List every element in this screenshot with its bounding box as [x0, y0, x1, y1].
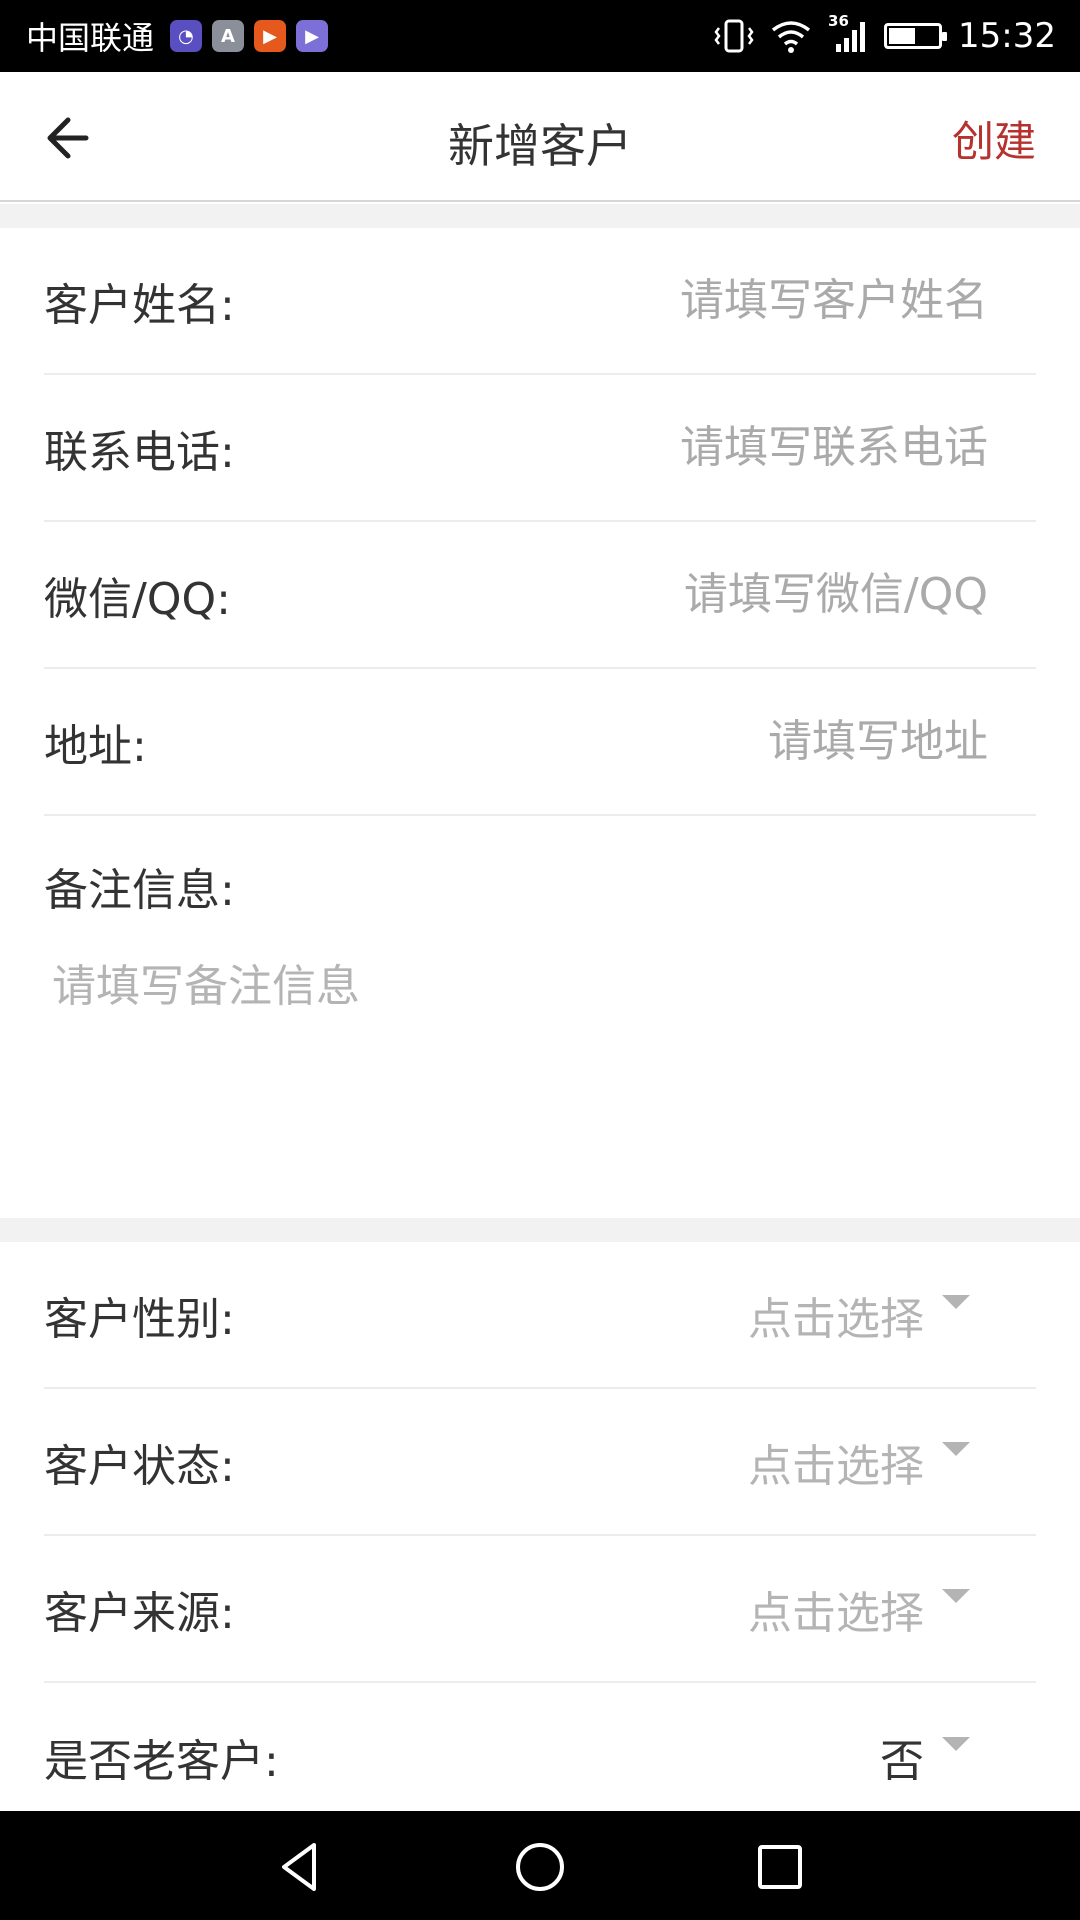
a-app-icon: A	[212, 20, 245, 52]
system-nav-bar	[0, 1811, 1080, 1920]
caret-down-icon	[942, 1294, 970, 1309]
nav-recents-button[interactable]	[750, 1837, 810, 1897]
notes-label: 备注信息:	[44, 865, 235, 916]
nav-back-button[interactable]	[270, 1837, 330, 1897]
address-label: 地址:	[44, 720, 147, 772]
address-row: 地址:	[44, 669, 1036, 816]
notes-row: 备注信息:	[44, 816, 1036, 1218]
create-button[interactable]: 创建	[952, 108, 1036, 169]
returning-customer-value: 否	[880, 1735, 924, 1787]
video-app-icon: ▶	[254, 20, 287, 52]
caret-down-icon	[942, 1736, 970, 1751]
carrier-name: 中国联通	[26, 19, 155, 57]
status-bar-left: 中国联通 ◔ A ▶ ▶	[26, 13, 329, 59]
returning-customer-label: 是否老客户:	[44, 1735, 279, 1787]
vibrate-icon	[714, 19, 754, 53]
source-value: 点击选择	[748, 1587, 924, 1639]
clock-app-icon: ◔	[170, 20, 203, 52]
status-value: 点击选择	[748, 1440, 924, 1492]
address-input[interactable]	[348, 716, 988, 767]
customer-name-label: 客户姓名:	[44, 279, 235, 331]
status-select[interactable]: 点击选择	[748, 1430, 970, 1494]
page-title: 新增客户	[448, 119, 632, 173]
classification-section: 客户性别: 点击选择 客户状态: 点击选择 客户来源: 点击选择 是否老客户: …	[0, 1242, 1080, 1830]
returning-customer-select[interactable]: 否	[880, 1725, 970, 1789]
gender-value: 点击选择	[748, 1293, 924, 1345]
app-bar: 新增客户 创建	[0, 72, 1080, 202]
triangle-back-icon	[282, 1843, 316, 1891]
signal-icon	[836, 22, 866, 52]
nav-home-button[interactable]	[510, 1837, 570, 1897]
section-gap	[0, 204, 1080, 228]
signal-group: 36	[828, 12, 868, 54]
status-row[interactable]: 客户状态: 点击选择	[44, 1389, 1036, 1536]
gender-row[interactable]: 客户性别: 点击选择	[44, 1242, 1036, 1389]
caret-down-icon	[942, 1588, 970, 1603]
customer-name-input[interactable]	[348, 275, 988, 326]
wechat-qq-row: 微信/QQ:	[44, 522, 1036, 669]
wechat-qq-label: 微信/QQ:	[44, 573, 231, 625]
source-row[interactable]: 客户来源: 点击选择	[44, 1536, 1036, 1683]
battery-icon	[884, 23, 948, 49]
media-app-icon: ▶	[296, 20, 329, 52]
source-label: 客户来源:	[44, 1587, 235, 1639]
phone-label: 联系电话:	[44, 426, 235, 478]
returning-customer-row[interactable]: 是否老客户: 否	[44, 1683, 1036, 1830]
contact-info-section: 客户姓名: 联系电话: 微信/QQ: 地址: 备注信息:	[0, 228, 1080, 1218]
notes-input[interactable]	[52, 950, 1012, 1150]
form-content: 客户姓名: 联系电话: 微信/QQ: 地址: 备注信息: 客户性别: 点击选择	[0, 204, 1080, 1830]
wechat-qq-input[interactable]	[348, 569, 988, 620]
gender-select[interactable]: 点击选择	[748, 1283, 970, 1347]
caret-down-icon	[942, 1441, 970, 1456]
status-bar-right: 36 15:32	[714, 12, 1056, 56]
gender-label: 客户性别:	[44, 1293, 235, 1345]
section-gap	[0, 1218, 1080, 1242]
phone-input[interactable]	[348, 422, 988, 473]
wifi-icon	[771, 21, 811, 53]
customer-name-row: 客户姓名:	[44, 228, 1036, 375]
phone-row: 联系电话:	[44, 375, 1036, 522]
circle-home-icon	[516, 1843, 564, 1891]
status-bar: 中国联通 ◔ A ▶ ▶ 36 15:32	[0, 0, 1080, 72]
status-label: 客户状态:	[44, 1440, 235, 1492]
square-recents-icon	[758, 1845, 802, 1889]
clock-time: 15:32	[958, 16, 1056, 56]
source-select[interactable]: 点击选择	[748, 1577, 970, 1641]
